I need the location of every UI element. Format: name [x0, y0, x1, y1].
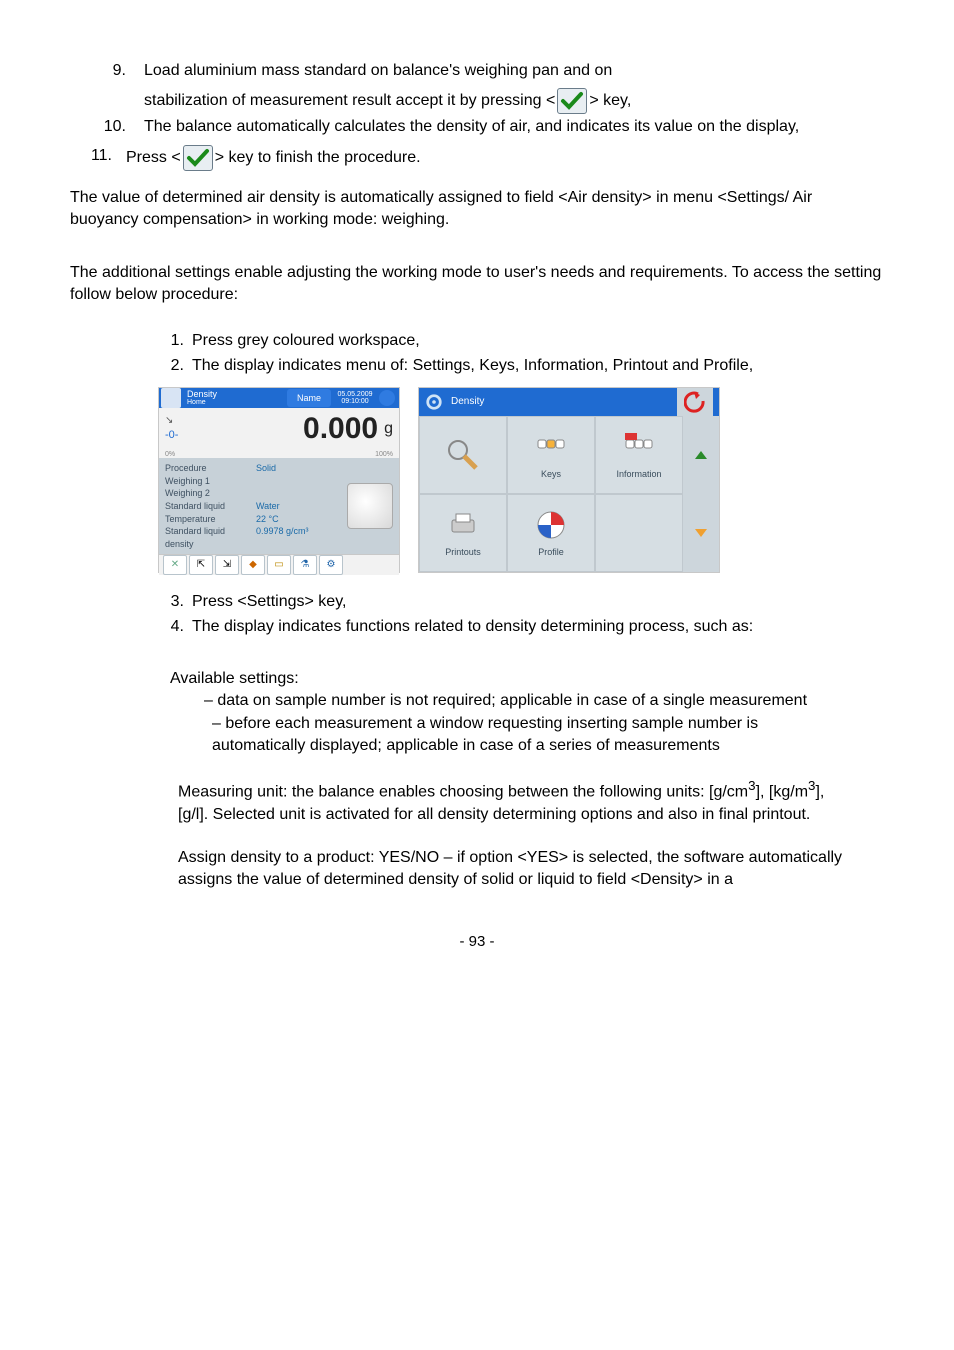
time-label: 09:10:00: [333, 398, 377, 405]
measuring-unit-paragraph: Measuring unit: the balance enables choo…: [178, 777, 844, 826]
substep-text: The display indicates functions related …: [192, 616, 884, 638]
hundred-percent: 100%: [375, 450, 393, 458]
substep-number: 2.: [158, 355, 192, 377]
substep-text: Press <Settings> key,: [192, 591, 884, 613]
gear-icon: [425, 393, 443, 411]
toolbar-button[interactable]: ⇲: [215, 555, 239, 575]
substep-text: Press grey coloured workspace,: [192, 330, 884, 352]
name-button[interactable]: Name: [287, 389, 331, 407]
home-icon[interactable]: [161, 388, 181, 408]
scroll-up-button[interactable]: [683, 416, 719, 494]
information-cell[interactable]: Information: [595, 416, 683, 494]
step-number: 11.: [70, 145, 126, 171]
settings-cell[interactable]: [419, 416, 507, 494]
keys-cell[interactable]: Keys: [507, 416, 595, 494]
toolbar-button[interactable]: ⇱: [189, 555, 213, 575]
toolbar-button[interactable]: ✕: [163, 555, 187, 575]
date-label: 05.05.2009: [333, 391, 377, 398]
assign-density-paragraph: Assign density to a product: YES/NO – if…: [178, 847, 844, 892]
page-number: - 93 -: [70, 931, 884, 952]
toolbar-button[interactable]: ⚙: [319, 555, 343, 575]
cell-label: Keys: [541, 468, 561, 481]
zero-indicator: -0-: [165, 428, 178, 443]
info-label: Procedure: [165, 462, 256, 475]
printer-icon: [446, 508, 480, 542]
profile-icon: [534, 508, 568, 542]
printouts-cell[interactable]: Printouts: [419, 494, 507, 572]
weight-unit: g: [384, 418, 393, 440]
balance-screen: Density Home Name 05.05.2009 09:10:00 ↘ …: [158, 387, 400, 573]
substep-number: 3.: [158, 591, 192, 613]
step-text: stabilization of measurement result acce…: [144, 88, 884, 114]
toolbar-button[interactable]: ◆: [241, 555, 265, 575]
paragraph: The additional settings enable adjusting…: [70, 262, 884, 307]
info-value: Solid: [256, 462, 347, 475]
substep-number: 4.: [158, 616, 192, 638]
toolbar-button[interactable]: ▭: [267, 555, 291, 575]
info-icon: [622, 430, 656, 464]
target-icon[interactable]: [379, 390, 395, 406]
step-text: Load aluminium mass standard on balance'…: [144, 60, 884, 82]
step-text: Press <> key to finish the procedure.: [126, 145, 884, 171]
info-value: 0.9978 g/cm³: [256, 525, 347, 538]
substep-text: The display indicates menu of: Settings,…: [192, 355, 884, 377]
step-number: 10.: [70, 116, 144, 138]
keys-icon: [534, 430, 568, 464]
back-button[interactable]: [677, 388, 713, 416]
cell-label: Profile: [538, 546, 564, 559]
checkmark-icon: [183, 145, 213, 171]
empty-cell: [595, 494, 683, 572]
weight-reading: 0.000: [303, 408, 378, 450]
option-yes-text: – before each measurement a window reque…: [212, 715, 758, 754]
step-text: The balance automatically calculates the…: [144, 116, 884, 138]
option-no-text: – data on sample number is not required;…: [204, 692, 807, 709]
screen-title: Density: [187, 390, 287, 399]
info-label: Weighing 2: [165, 487, 256, 500]
checkmark-icon: [557, 88, 587, 114]
step-number: 9.: [70, 60, 144, 82]
info-value: 22 °C: [256, 513, 347, 526]
settings-screen: Density Keys Information Printouts: [418, 387, 720, 573]
info-label: Weighing 1: [165, 475, 256, 488]
cell-label: Printouts: [445, 546, 481, 559]
cell-label: Information: [616, 468, 661, 481]
toolbar-button[interactable]: ⚗: [293, 555, 317, 575]
substep-number: 1.: [158, 330, 192, 352]
scroll-down-button[interactable]: [683, 494, 719, 572]
screenshots-row: Density Home Name 05.05.2009 09:10:00 ↘ …: [158, 387, 884, 573]
paragraph: The value of determined air density is a…: [70, 187, 884, 232]
hand-icon: [347, 483, 393, 529]
info-label: Standard liquid density: [165, 525, 256, 550]
info-value: Water: [256, 500, 347, 513]
info-label: Temperature: [165, 513, 256, 526]
info-label: Standard liquid: [165, 500, 256, 513]
profile-cell[interactable]: Profile: [507, 494, 595, 572]
available-heading: Available settings:: [170, 668, 844, 690]
screen-title: Density: [451, 395, 484, 409]
screen-subtitle: Home: [187, 399, 287, 406]
zero-percent: 0%: [165, 450, 175, 458]
hand-gear-icon: [446, 438, 480, 472]
